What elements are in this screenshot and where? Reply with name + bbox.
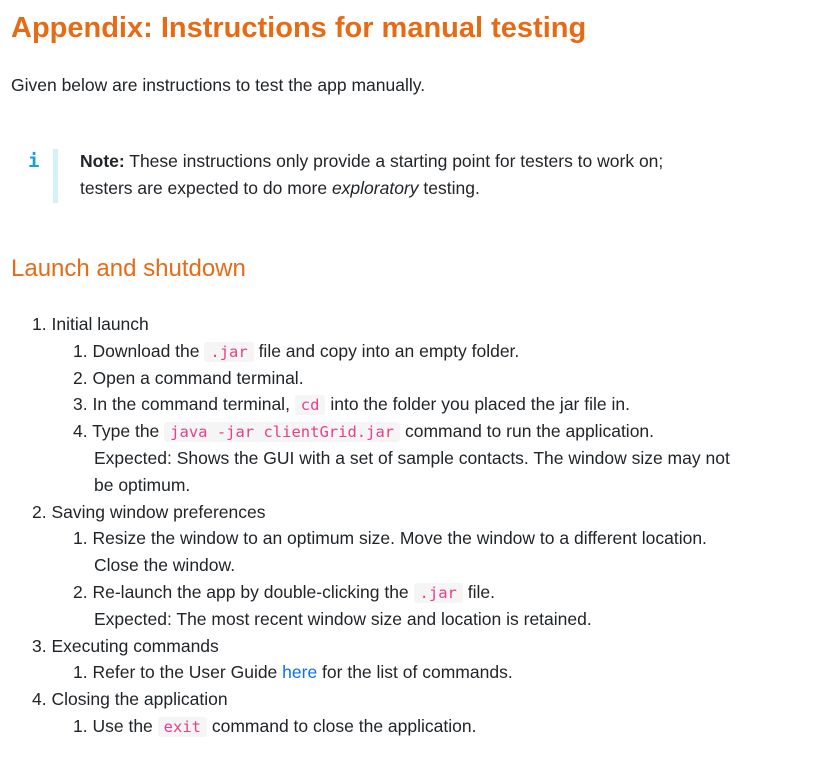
info-icon: i — [28, 150, 40, 172]
section-title: Launch and shutdown — [11, 255, 246, 282]
user-guide-link[interactable]: here — [282, 662, 317, 682]
item-number: 1. — [73, 662, 88, 683]
expected-text: be optimum. — [94, 474, 191, 495]
item-number: 3. — [73, 394, 88, 415]
note-text-part2: testers are expected to do more — [80, 178, 332, 198]
code-snippet: .jar — [204, 341, 254, 362]
item-number: 1. — [73, 716, 88, 736]
callout-bar — [53, 149, 58, 203]
expected-text: Expected: Shows the GUI with a set of sa… — [94, 448, 730, 468]
code-snippet: .jar — [413, 583, 463, 603]
code-snippet: cd — [294, 395, 326, 416]
note-text: Note: These instructions only provide a … — [80, 148, 800, 202]
item-number: 1. — [73, 528, 88, 549]
item-number: 4. — [73, 421, 88, 442]
item-label: Executing commands — [51, 635, 219, 656]
list-item: 1. Refer to the User Guide here for the … — [73, 659, 513, 686]
item-number: 1. — [73, 340, 88, 361]
item-number: 3. — [32, 635, 47, 656]
item-text: Type the — [92, 421, 165, 442]
page: Appendix: Instructions for manual testin… — [0, 0, 819, 778]
item-text: for the list of commands. — [317, 662, 513, 683]
item-text: into the folder you placed the jar file … — [325, 394, 630, 415]
list-item: 3. Executing commands — [32, 633, 219, 660]
item-number: 4. — [32, 689, 47, 710]
item-text: Open a command terminal. — [92, 367, 304, 388]
item-text: command to close the application. — [207, 716, 477, 736]
list-item: 1. Resize the window to an optimum size.… — [73, 525, 707, 552]
item-number: 2. — [32, 501, 47, 522]
page-title: Appendix: Instructions for manual testin… — [11, 12, 587, 44]
item-text: command to run the application. — [400, 421, 655, 442]
list-item: 2. Saving window preferences — [32, 499, 266, 526]
item-label: Saving window preferences — [51, 501, 266, 522]
note-callout: i Note: These instructions only provide … — [22, 148, 812, 204]
item-number: 2. — [73, 367, 88, 388]
note-text-part1: These instructions only provide a starti… — [124, 151, 664, 171]
code-snippet: java -jar clientGrid.jar — [164, 422, 401, 443]
list-item: 1. Initial launch — [32, 311, 149, 338]
item-text: file and copy into an empty folder. — [253, 340, 520, 361]
list-item: 4. Closing the application — [32, 686, 228, 713]
note-label: Note: — [80, 151, 125, 171]
list-item: 1. Download the .jar file and copy into … — [73, 338, 519, 365]
code-snippet: exit — [157, 717, 207, 737]
list-item: 2. Re-launch the app by double-clicking … — [73, 579, 495, 606]
item-text: Refer to the User Guide — [92, 662, 283, 683]
expected-text: Expected: The most recent window size an… — [94, 608, 592, 629]
note-emphasis: exploratory — [331, 178, 419, 198]
note-text-part3: testing. — [418, 178, 480, 198]
intro-paragraph: Given below are instructions to test the… — [11, 75, 426, 95]
item-text: Use the — [92, 716, 158, 736]
item-text-continued: Close the window. — [94, 555, 236, 576]
item-label: Initial launch — [51, 314, 149, 334]
item-text: In the command terminal, — [92, 394, 295, 415]
item-text: Download the — [92, 340, 205, 361]
item-text: Resize the window to an optimum size. Mo… — [92, 528, 707, 549]
item-number: 1. — [32, 314, 47, 334]
list-item: 4. Type the java -jar clientGrid.jar com… — [73, 418, 654, 445]
list-item: 3. In the command terminal, cd into the … — [73, 391, 630, 418]
item-text: file. — [462, 582, 495, 602]
list-item: 2. Open a command terminal. — [73, 365, 304, 392]
item-number: 2. — [73, 582, 88, 602]
item-label: Closing the application — [51, 689, 228, 710]
item-text: Re-launch the app by double-clicking the — [92, 582, 414, 602]
list-item: 1. Use the exit command to close the app… — [73, 713, 476, 740]
